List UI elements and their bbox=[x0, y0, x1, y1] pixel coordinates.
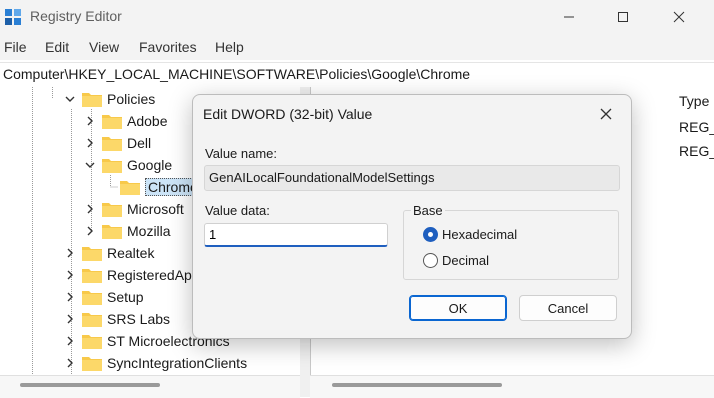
folder-icon bbox=[82, 291, 102, 305]
tree-item-realtek[interactable]: Realtek bbox=[64, 242, 154, 264]
dialog-title: Edit DWORD (32-bit) Value bbox=[203, 106, 373, 122]
close-window-button[interactable] bbox=[656, 0, 702, 34]
maximize-icon bbox=[618, 12, 628, 22]
tree-item-label: RegisteredAp bbox=[107, 267, 192, 283]
regedit-icon bbox=[5, 9, 21, 25]
tree-item-label: Google bbox=[127, 157, 173, 173]
folder-icon bbox=[82, 269, 102, 283]
folder-icon bbox=[102, 203, 122, 217]
tree-item-label: SyncIntegrationClients bbox=[107, 355, 248, 371]
tree-item-label: Mozilla bbox=[127, 223, 171, 239]
menu-favorites[interactable]: Favorites bbox=[139, 39, 197, 55]
value-data-label: Value data: bbox=[205, 203, 270, 218]
tree-item-policies[interactable]: Policies bbox=[64, 88, 155, 110]
chevron-right-icon[interactable] bbox=[84, 115, 96, 127]
chevron-right-icon[interactable] bbox=[84, 203, 96, 215]
tree-item-setup[interactable]: Setup bbox=[64, 286, 144, 308]
folder-icon bbox=[82, 335, 102, 349]
tree-item-label: Policies bbox=[107, 91, 156, 107]
edit-dword-dialog: Edit DWORD (32-bit) Value Value name: Ge… bbox=[192, 94, 632, 339]
address-bar[interactable]: Computer\HKEY_LOCAL_MACHINE\SOFTWARE\Pol… bbox=[0, 62, 714, 88]
value-name-label: Value name: bbox=[205, 146, 278, 161]
minimize-button[interactable] bbox=[546, 0, 592, 34]
tree-item-srs-labs[interactable]: SRS Labs bbox=[64, 308, 170, 330]
value-type-cell[interactable]: REG_ bbox=[679, 119, 714, 135]
menu-view[interactable]: View bbox=[89, 39, 119, 55]
tree-horizontal-scrollbar[interactable] bbox=[0, 375, 300, 398]
window-title: Registry Editor bbox=[30, 8, 122, 24]
address-path[interactable]: Computer\HKEY_LOCAL_MACHINE\SOFTWARE\Pol… bbox=[3, 66, 470, 82]
folder-icon bbox=[82, 313, 102, 327]
tree-item-label: Adobe bbox=[127, 113, 168, 129]
menu-file[interactable]: File bbox=[4, 39, 27, 55]
values-horizontal-scrollbar[interactable] bbox=[310, 375, 714, 398]
folder-icon bbox=[102, 159, 122, 173]
chevron-right-icon[interactable] bbox=[84, 137, 96, 149]
tree-item-google[interactable]: Google bbox=[84, 154, 172, 176]
menu-help[interactable]: Help bbox=[215, 39, 244, 55]
minimize-icon bbox=[564, 16, 574, 18]
tree-item-chrome[interactable]: Chrome bbox=[120, 176, 201, 198]
menu-edit[interactable]: Edit bbox=[45, 39, 69, 55]
tree-item-label: Setup bbox=[107, 289, 144, 305]
folder-icon bbox=[82, 357, 102, 371]
scrollbar-thumb[interactable] bbox=[20, 383, 160, 387]
close-icon bbox=[673, 11, 685, 23]
value-data-input[interactable] bbox=[204, 223, 388, 247]
tree-item-mozilla[interactable]: Mozilla bbox=[84, 220, 171, 242]
tree-item-syncintegrationclients[interactable]: SyncIntegrationClients bbox=[64, 352, 247, 374]
scrollbar-thumb[interactable] bbox=[332, 383, 502, 387]
chevron-right-icon[interactable] bbox=[84, 225, 96, 237]
tree-item-registeredapplications[interactable]: RegisteredAp bbox=[64, 264, 192, 286]
folder-icon bbox=[102, 137, 122, 151]
decimal-label[interactable]: Decimal bbox=[442, 253, 489, 268]
chevron-right-icon[interactable] bbox=[64, 291, 76, 303]
value-name-field: GenAILocalFoundationalModelSettings bbox=[204, 165, 620, 191]
chevron-right-icon[interactable] bbox=[64, 247, 76, 259]
decimal-radio[interactable] bbox=[423, 253, 438, 268]
tree-item-label: Microsoft bbox=[127, 201, 184, 217]
base-label: Base bbox=[411, 203, 445, 218]
value-name-text: GenAILocalFoundationalModelSettings bbox=[209, 170, 435, 185]
cancel-button[interactable]: Cancel bbox=[519, 295, 617, 321]
chevron-right-icon[interactable] bbox=[64, 313, 76, 325]
tree-item-adobe[interactable]: Adobe bbox=[84, 110, 167, 132]
tree-item-dell[interactable]: Dell bbox=[84, 132, 151, 154]
folder-icon bbox=[102, 225, 122, 239]
tree-item-label: SRS Labs bbox=[107, 311, 171, 327]
menu-bar: File Edit View Favorites Help bbox=[0, 34, 714, 60]
folder-icon bbox=[120, 181, 140, 195]
folder-icon bbox=[102, 115, 122, 129]
value-type-cell[interactable]: REG_ bbox=[679, 143, 714, 159]
chevron-right-icon[interactable] bbox=[64, 269, 76, 281]
chevron-right-icon[interactable] bbox=[64, 357, 76, 369]
chevron-right-icon[interactable] bbox=[64, 335, 76, 347]
folder-icon bbox=[82, 93, 102, 107]
column-header-type[interactable]: Type bbox=[679, 93, 709, 109]
title-bar: Registry Editor bbox=[0, 0, 714, 34]
tree-item-microsoft[interactable]: Microsoft bbox=[84, 198, 184, 220]
chevron-down-icon[interactable] bbox=[84, 159, 96, 171]
hexadecimal-radio[interactable] bbox=[423, 227, 438, 242]
hexadecimal-label[interactable]: Hexadecimal bbox=[442, 227, 517, 242]
tree-item-label: Dell bbox=[127, 135, 152, 151]
chevron-down-icon[interactable] bbox=[64, 93, 76, 105]
tree-item-label: Realtek bbox=[107, 245, 155, 261]
ok-button[interactable]: OK bbox=[409, 295, 507, 321]
close-icon[interactable] bbox=[598, 106, 614, 122]
base-group bbox=[403, 210, 619, 280]
folder-icon bbox=[82, 247, 102, 261]
maximize-button[interactable] bbox=[600, 0, 646, 34]
